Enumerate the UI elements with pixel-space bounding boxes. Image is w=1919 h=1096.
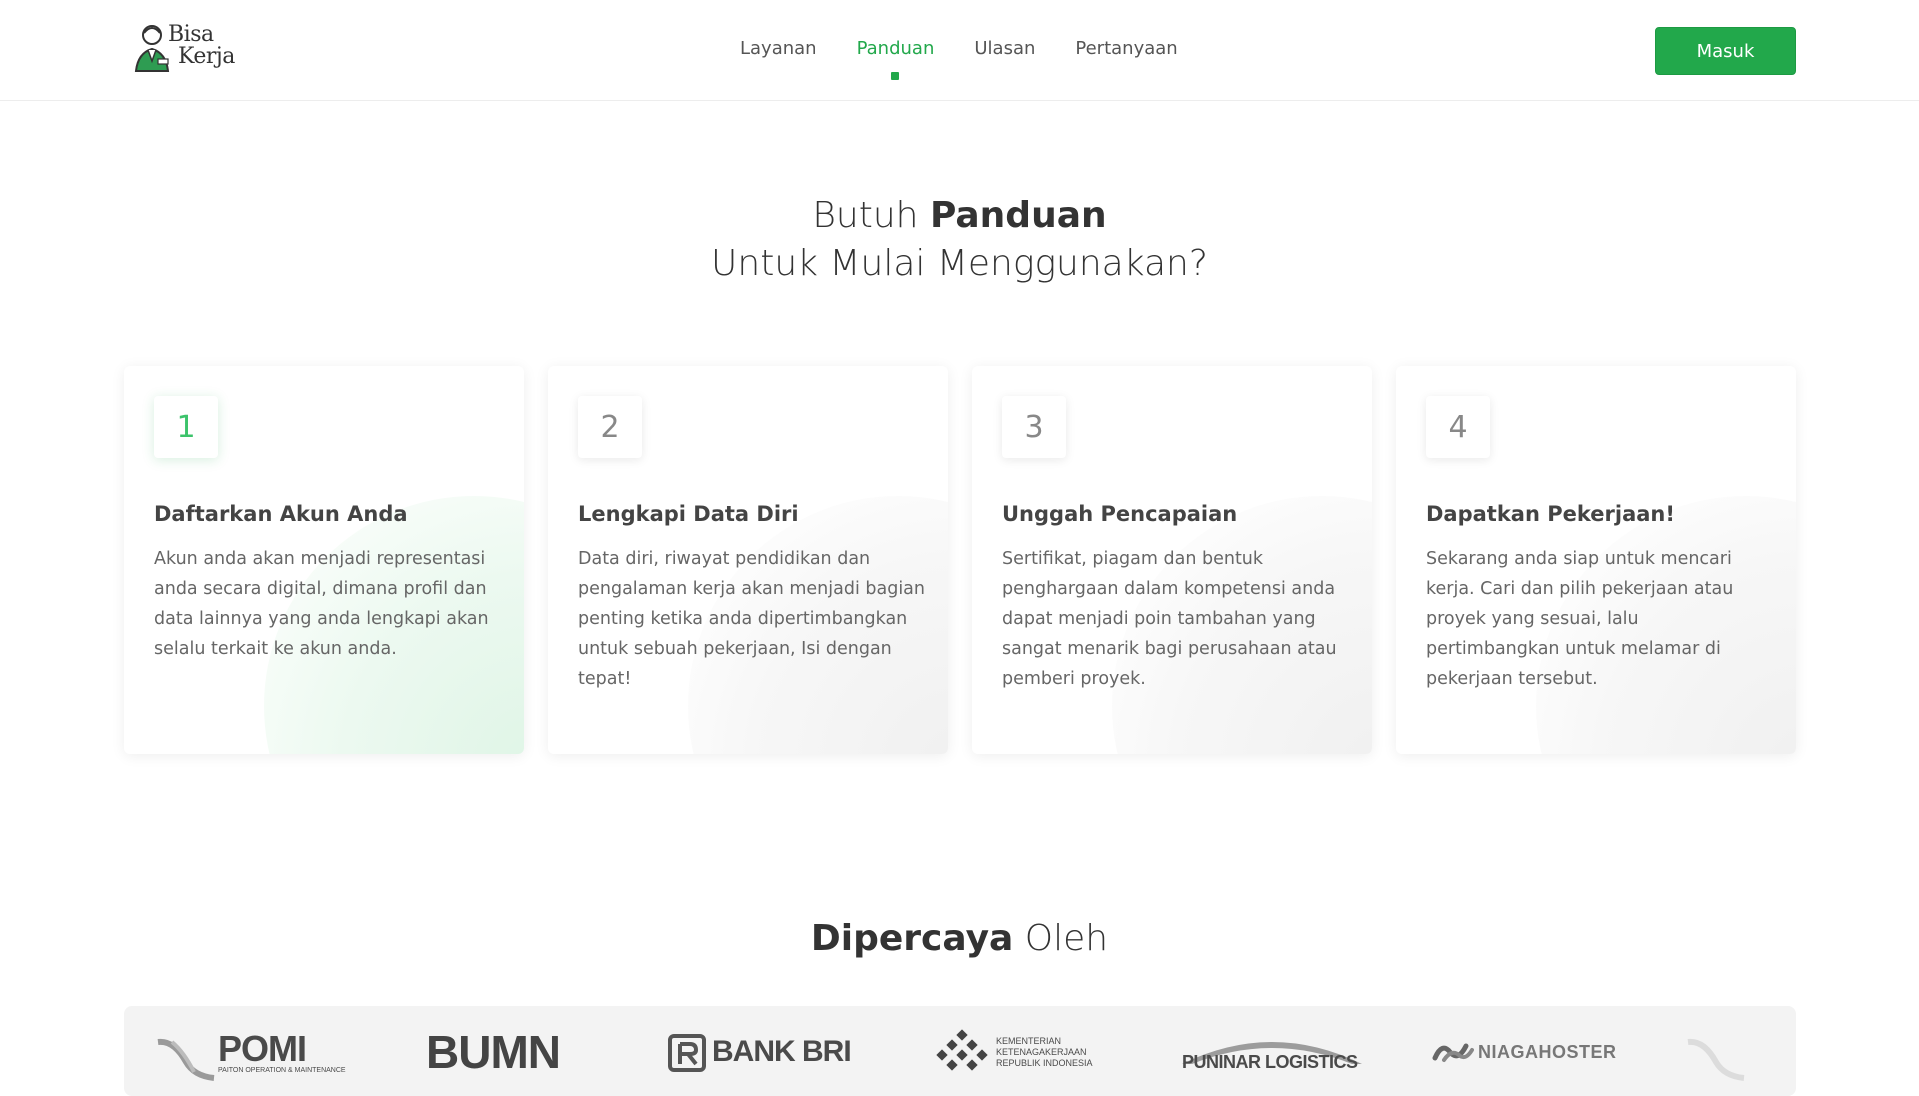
nav-item-pertanyaan[interactable]: Pertanyaan <box>1075 38 1177 59</box>
niagahoster-wave-icon <box>1432 1043 1474 1062</box>
step-title: Daftarkan Akun Anda <box>154 502 408 526</box>
partner-logo-pomi-faded <box>1684 1022 1754 1082</box>
pomi-swoosh-icon <box>157 1038 215 1081</box>
trusted-heading-bold: Dipercaya <box>810 918 1014 959</box>
login-button[interactable]: Masuk <box>1655 27 1796 75</box>
step-card-3: 3 Unggah Pencapaian Sertifikat, piagam d… <box>972 366 1372 754</box>
pomi-swoosh-icon <box>1687 1038 1745 1081</box>
nav-item-panduan[interactable]: Panduan <box>856 38 935 80</box>
nav-item-panduan-label: Panduan <box>856 38 935 59</box>
step-title: Unggah Pencapaian <box>1002 502 1238 526</box>
step-number-badge: 3 <box>1002 396 1066 458</box>
steps-cards: 1 Daftarkan Akun Anda Akun anda akan men… <box>124 366 1796 754</box>
step-number-badge: 4 <box>1426 396 1490 458</box>
partner-logo-kemnaker: KEMENTERIAN KETENAGAKERJAAN REPUBLIK IND… <box>932 1022 1096 1082</box>
step-card-1: 1 Daftarkan Akun Anda Akun anda akan men… <box>124 366 524 754</box>
pomi-wordmark: POMI PAITON OPERATION & MAINTENANCE <box>218 1027 346 1074</box>
partner-logo-niagahoster: NIAGAHOSTER <box>1432 1022 1617 1082</box>
step-title: Lengkapi Data Diri <box>578 502 799 526</box>
partner-logo-pomi: POMI PAITON OPERATION & MAINTENANCE <box>154 1022 346 1082</box>
step-number-badge: 1 <box>154 396 218 458</box>
panduan-heading-prefix: Butuh <box>812 195 930 236</box>
puninar-wordmark: PUNINAR LOGISTICS <box>1172 1022 1372 1082</box>
nav-item-layanan[interactable]: Layanan <box>740 38 817 59</box>
panduan-heading-bold: Panduan <box>929 195 1107 236</box>
partner-logo-bumn: BUMN <box>426 1026 561 1078</box>
partner-logos-strip: POMI PAITON OPERATION & MAINTENANCE BUMN… <box>124 1006 1796 1096</box>
step-number-badge: 2 <box>578 396 642 458</box>
top-navbar: Bisa Kerja Layanan Panduan Ulasan Pertan… <box>0 0 1919 101</box>
step-description: Sekarang anda siap untuk mencari kerja. … <box>1426 549 1734 689</box>
step-description: Data diri, riwayat pendidikan dan pengal… <box>578 549 926 689</box>
bri-mark-icon <box>668 1034 706 1072</box>
step-title: Dapatkan Pekerjaan! <box>1426 502 1675 526</box>
panduan-heading: Butuh Panduan Untuk Mulai Menggunakan? <box>0 192 1919 288</box>
step-description: Sertifikat, piagam dan bentuk penghargaa… <box>1002 549 1337 689</box>
active-indicator-dot <box>891 72 900 80</box>
partner-logo-bank-bri: BANK BRI <box>668 1022 852 1082</box>
bisa-kerja-logo[interactable]: Bisa Kerja <box>132 18 242 78</box>
partner-logo-puninar: PUNINAR LOGISTICS <box>1172 1022 1372 1082</box>
nav-item-ulasan[interactable]: Ulasan <box>974 38 1035 59</box>
panduan-heading-line-2: Untuk Mulai Menggunakan? <box>711 243 1208 284</box>
logo-wordmark: Bisa Kerja <box>168 24 235 68</box>
logo-line-2: Kerja <box>178 44 235 69</box>
step-description: Akun anda akan menjadi representasi anda… <box>154 549 489 659</box>
step-card-2: 2 Lengkapi Data Diri Data diri, riwayat … <box>548 366 948 754</box>
trusted-by-heading: Dipercaya Oleh <box>0 918 1919 959</box>
kemnaker-emblem-icon <box>936 1029 988 1071</box>
logo-line-1: Bisa <box>168 22 214 47</box>
step-card-4: 4 Dapatkan Pekerjaan! Sekarang anda siap… <box>1396 366 1796 754</box>
trusted-heading-rest: Oleh <box>1013 918 1109 959</box>
main-nav: Layanan Panduan Ulasan Pertanyaan <box>740 38 1178 80</box>
